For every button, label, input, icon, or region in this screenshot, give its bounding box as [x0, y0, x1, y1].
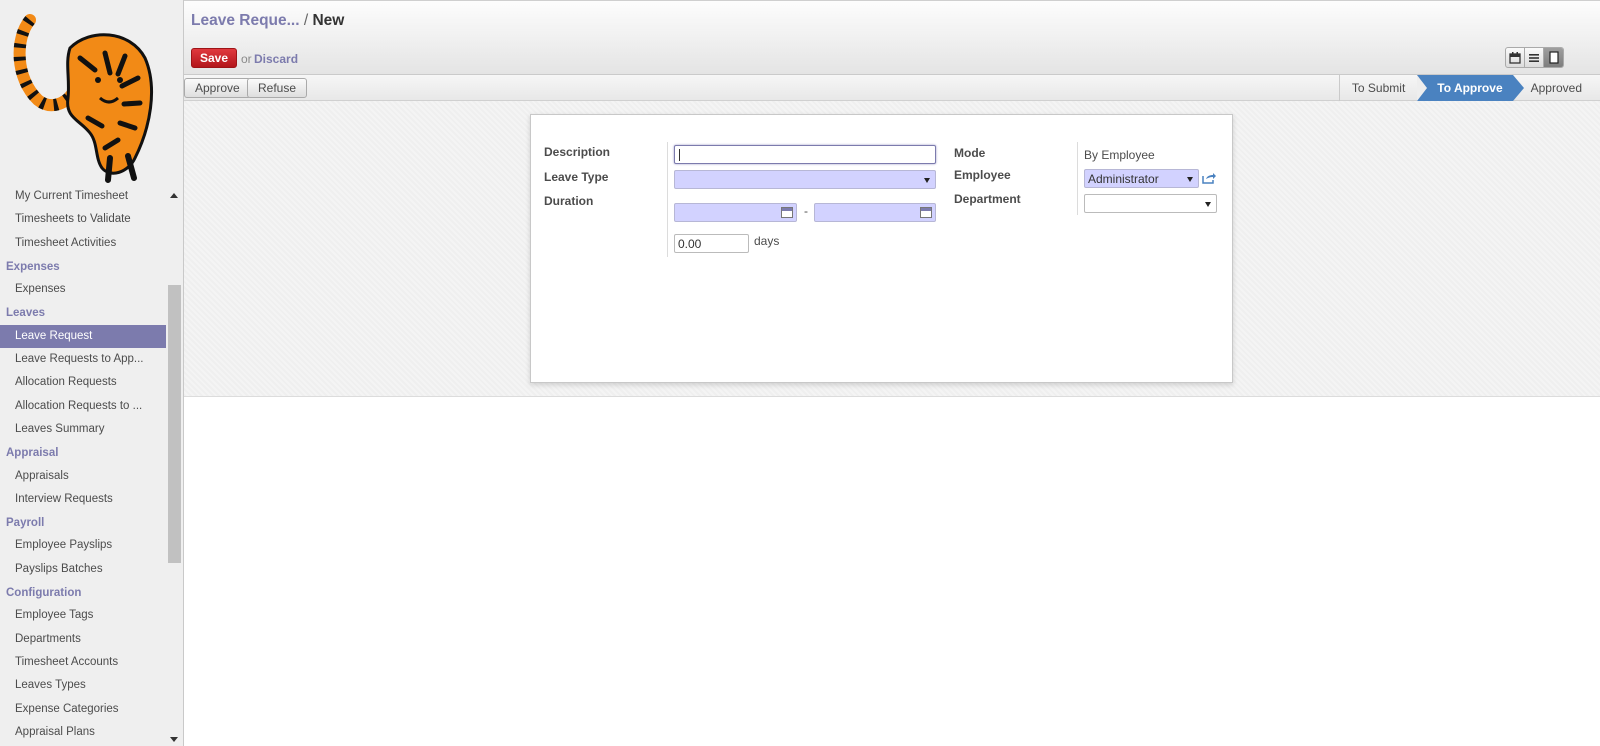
sidebar-item-leaves-types[interactable]: Leaves Types: [0, 674, 166, 697]
form-canvas: Description Leave Type Duration - 0.00 d…: [184, 101, 1600, 397]
stage-approved[interactable]: Approved: [1513, 75, 1592, 101]
leave-type-select[interactable]: [674, 170, 936, 189]
sidebar-menu: My Current Timesheet Timesheets to Valida…: [0, 185, 166, 744]
employee-label: Employee: [954, 168, 1011, 182]
scroll-down-icon[interactable]: [170, 737, 178, 742]
control-panel: Leave Reque... / New Save or Discard: [184, 0, 1600, 75]
form-view-icon[interactable]: [1544, 48, 1563, 67]
stage-pipeline: To Submit To Approve Approved: [1338, 75, 1592, 101]
sidebar-section-appraisal: Appraisal: [6, 447, 59, 460]
department-select[interactable]: [1084, 194, 1217, 213]
column-divider: [1077, 142, 1078, 215]
scroll-up-icon[interactable]: [170, 193, 178, 198]
list-view-icon[interactable]: [1525, 48, 1544, 67]
sidebar-item-appraisals[interactable]: Appraisals: [0, 465, 166, 488]
mode-label: Mode: [954, 146, 986, 160]
view-switcher: [1505, 47, 1564, 68]
sidebar-item-timesheet-activities[interactable]: Timesheet Activities: [0, 232, 166, 255]
leave-type-label: Leave Type: [544, 170, 609, 184]
sidebar-item-payslips-batches[interactable]: Payslips Batches: [0, 558, 166, 581]
sidebar: My Current Timesheet Timesheets to Valida…: [0, 0, 184, 746]
tiger-logo[interactable]: [10, 8, 160, 183]
breadcrumb-leave-requests[interactable]: Leave Reque...: [191, 12, 300, 29]
days-value: 0.00: [678, 237, 702, 251]
breadcrumb-separator: /: [303, 12, 309, 29]
sidebar-section-payroll: Payroll: [6, 517, 45, 530]
text-caret: [679, 149, 680, 161]
sidebar-item-leave-requests-to-app[interactable]: Leave Requests to App...: [0, 348, 166, 371]
employee-select[interactable]: Administrator: [1084, 169, 1199, 188]
sidebar-item-timesheets-to-validate[interactable]: Timesheets to Validate: [0, 208, 166, 231]
breadcrumb-current: New: [312, 12, 345, 29]
sidebar-section-configuration: Configuration: [6, 587, 82, 600]
sidebar-item-allocation-requests-to[interactable]: Allocation Requests to ...: [0, 395, 166, 418]
sidebar-item-employee-payslips[interactable]: Employee Payslips: [0, 534, 166, 557]
sidebar-item-appraisal-plans[interactable]: Appraisal Plans: [0, 721, 166, 744]
sidebar-item-expenses[interactable]: Expenses: [0, 278, 166, 301]
description-input[interactable]: [674, 145, 936, 164]
discard-link[interactable]: Discard: [254, 52, 298, 66]
sidebar-item-departments[interactable]: Departments: [0, 628, 166, 651]
sidebar-item-allocation-requests[interactable]: Allocation Requests: [0, 371, 166, 394]
sidebar-item-expense-categories[interactable]: Expense Categories: [0, 698, 166, 721]
days-input[interactable]: 0.00: [674, 234, 749, 253]
calendar-icon[interactable]: [920, 207, 932, 218]
sidebar-item-interview-requests[interactable]: Interview Requests: [0, 488, 166, 511]
approve-button[interactable]: Approve: [184, 78, 251, 98]
sidebar-item-timesheet-accounts[interactable]: Timesheet Accounts: [0, 651, 166, 674]
sidebar-item-my-current-timesheet[interactable]: My Current Timesheet: [0, 185, 166, 208]
duration-label: Duration: [544, 194, 594, 208]
main-content: Leave Reque... / New Save or Discard App…: [184, 0, 1600, 746]
employee-value: Administrator: [1088, 172, 1159, 186]
or-text: or: [241, 52, 252, 66]
status-bar: Approve Refuse To Submit To Approve Appr…: [184, 75, 1600, 101]
date-to-input[interactable]: [814, 203, 936, 222]
sidebar-item-leave-request[interactable]: Leave Request: [0, 324, 166, 349]
sidebar-item-leaves-summary[interactable]: Leaves Summary: [0, 418, 166, 441]
sidebar-section-leaves: Leaves: [6, 307, 46, 320]
sidebar-scrollbar-thumb[interactable]: [168, 285, 181, 563]
chevron-down-icon: [924, 178, 930, 183]
calendar-icon[interactable]: [781, 207, 793, 218]
sidebar-section-expenses: Expenses: [6, 260, 60, 273]
sidebar-item-employee-tags[interactable]: Employee Tags: [0, 604, 166, 627]
stage-to-approve[interactable]: To Approve: [1417, 75, 1525, 101]
calendar-view-icon[interactable]: [1506, 48, 1525, 67]
mode-value: By Employee: [1084, 148, 1155, 162]
save-button[interactable]: Save: [191, 48, 237, 68]
chevron-down-icon: [1205, 202, 1211, 207]
chevron-down-icon: [1187, 177, 1193, 182]
external-link-icon[interactable]: [1202, 172, 1216, 184]
refuse-button[interactable]: Refuse: [247, 78, 308, 98]
date-range-separator: -: [804, 204, 808, 218]
column-divider: [667, 142, 668, 257]
department-label: Department: [954, 192, 1021, 206]
days-unit: days: [754, 234, 780, 248]
breadcrumb: Leave Reque... / New: [191, 12, 344, 30]
form-sheet: Description Leave Type Duration - 0.00 d…: [530, 114, 1233, 383]
description-label: Description: [544, 145, 611, 159]
date-from-input[interactable]: [674, 203, 797, 222]
stage-to-submit[interactable]: To Submit: [1338, 75, 1417, 101]
